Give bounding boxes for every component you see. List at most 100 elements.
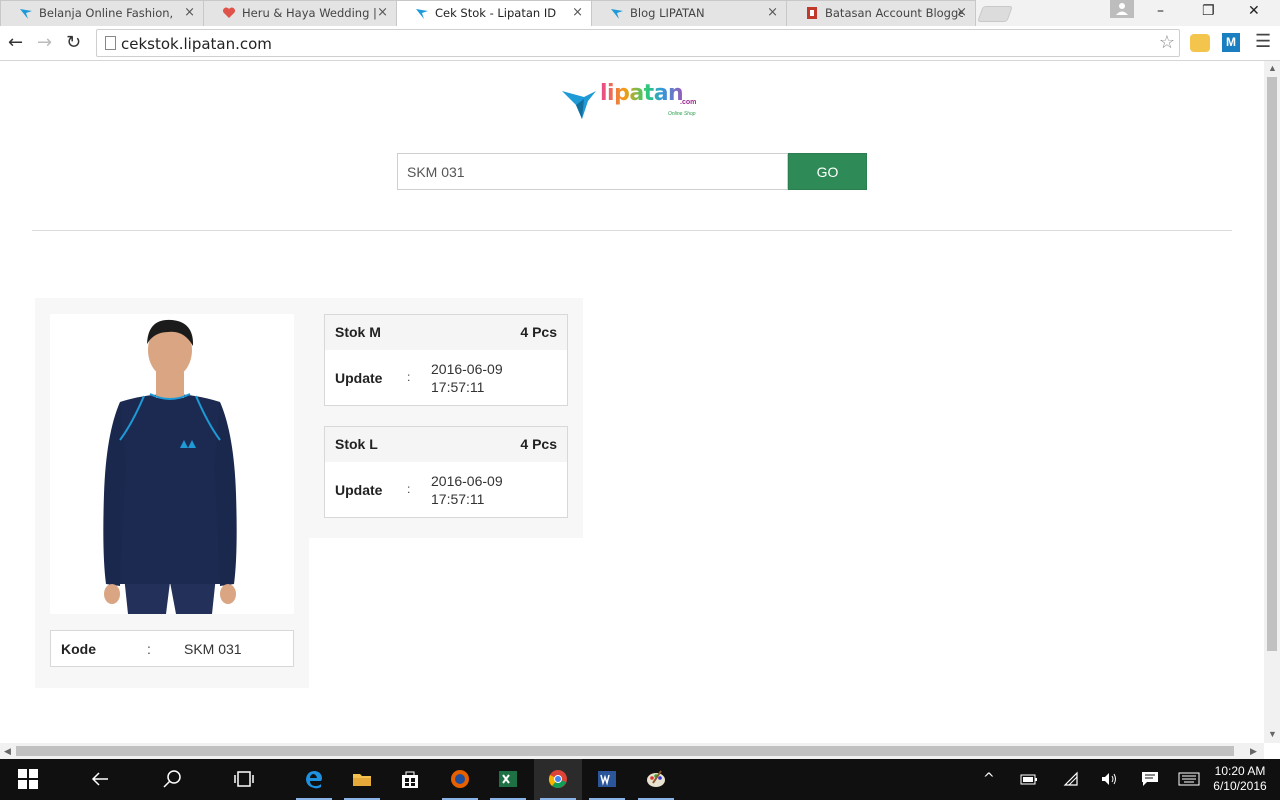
- url-text[interactable]: cekstok.lipatan.com: [121, 35, 272, 53]
- stock-code-input[interactable]: [397, 153, 788, 190]
- word-icon: [598, 771, 616, 787]
- action-center-icon[interactable]: [1141, 771, 1159, 787]
- close-tab-icon[interactable]: ×: [767, 5, 778, 20]
- document-red-icon: [807, 7, 817, 19]
- lipatan-logo[interactable]: lipatan .com Online Shop: [562, 81, 702, 121]
- lipatan-bird-icon: [562, 91, 596, 119]
- taskbar-excel[interactable]: [484, 759, 532, 800]
- paint-palette-icon: [647, 770, 665, 787]
- tab-cek-stok[interactable]: Cek Stok - Lipatan ID ×: [396, 0, 592, 26]
- lipatan-bird-icon: [416, 9, 428, 19]
- close-tab-icon[interactable]: ×: [184, 5, 195, 20]
- clock-date: 6/10/2016: [1213, 779, 1267, 793]
- logo-tagline: Online Shop: [668, 111, 696, 117]
- tab-title: Heru & Haya Wedding | 2-: [242, 6, 380, 20]
- folder-icon: [353, 774, 371, 786]
- battery-icon[interactable]: [1020, 772, 1038, 786]
- task-view-button[interactable]: [220, 759, 268, 800]
- horizontal-scroll-thumb[interactable]: [16, 746, 1234, 756]
- show-hidden-icons-chevron[interactable]: ^: [983, 771, 995, 787]
- scroll-up-arrow-icon[interactable]: ▲: [1268, 63, 1277, 73]
- start-button[interactable]: [4, 759, 52, 800]
- taskbar-chrome[interactable]: [534, 759, 582, 800]
- bookmark-star-icon[interactable]: ☆: [1159, 32, 1175, 53]
- back-arrow-icon[interactable]: ←: [8, 32, 23, 53]
- taskbar-paint[interactable]: [632, 759, 680, 800]
- user-profile-icon[interactable]: [1110, 0, 1134, 18]
- menu-hamburger-icon[interactable]: ☰: [1255, 31, 1271, 52]
- tab-title: Cek Stok - Lipatan ID: [435, 6, 557, 20]
- tab-batasan-account[interactable]: Batasan Account Blogger ×: [786, 0, 976, 26]
- back-button[interactable]: [76, 759, 124, 800]
- tab-blog-lipatan[interactable]: Blog LIPATAN ×: [591, 0, 787, 26]
- taskbar-firefox[interactable]: [436, 759, 484, 800]
- browser-tab-strip: Belanja Online Fashion, Ko × Heru & Haya…: [0, 0, 1280, 26]
- clock-time: 10:20 AM: [1214, 764, 1266, 778]
- reload-icon[interactable]: ↻: [66, 32, 81, 53]
- windows-taskbar: ^ 10:20 AM 6/10/2016: [0, 759, 1280, 800]
- excel-icon: [499, 771, 517, 787]
- store-icon: [402, 771, 418, 788]
- volume-icon[interactable]: [1100, 771, 1118, 787]
- restore-button[interactable]: ❐: [1202, 3, 1215, 19]
- code-separator: :: [147, 641, 151, 657]
- stock-quantity: 4 Pcs: [520, 324, 557, 340]
- taskbar-edge[interactable]: [290, 759, 338, 800]
- edge-icon: [306, 771, 322, 789]
- update-separator: :: [407, 482, 411, 496]
- vertical-scroll-thumb[interactable]: [1267, 77, 1277, 651]
- close-tab-icon[interactable]: ×: [572, 5, 583, 20]
- lipatan-bird-icon: [20, 9, 32, 19]
- forward-arrow-icon[interactable]: →: [37, 32, 52, 53]
- vertical-scrollbar[interactable]: ▲ ▼: [1264, 61, 1280, 743]
- heart-icon: [222, 7, 236, 18]
- stock-card-header: Stok L 4 Pcs: [325, 427, 567, 462]
- taskbar-word[interactable]: [583, 759, 631, 800]
- back-arrow-icon: [91, 772, 108, 786]
- update-date: 2016-06-09: [431, 473, 503, 489]
- taskbar-store[interactable]: [386, 759, 434, 800]
- close-tab-icon[interactable]: ×: [956, 5, 967, 20]
- minimize-button[interactable]: –: [1157, 3, 1164, 19]
- page-viewport: lipatan .com Online Shop GO: [0, 61, 1264, 743]
- stock-card-l: Stok L 4 Pcs Update : 2016-06-09 17:57:1…: [324, 426, 568, 518]
- update-label: Update: [335, 370, 383, 386]
- tab-heru-haya-wedding[interactable]: Heru & Haya Wedding | 2- ×: [203, 0, 397, 26]
- new-tab-button[interactable]: [977, 6, 1013, 22]
- horizontal-scrollbar[interactable]: ◀ ▶: [0, 743, 1264, 759]
- go-button[interactable]: GO: [788, 153, 867, 190]
- close-window-button[interactable]: ✕: [1248, 3, 1260, 19]
- code-value: SKM 031: [184, 641, 242, 657]
- tab-belanja-online[interactable]: Belanja Online Fashion, Ko ×: [0, 0, 204, 26]
- windows-logo-icon: [18, 769, 38, 789]
- lipatan-bird-icon: [611, 9, 623, 19]
- browser-toolbar: ← → ↻ cekstok.lipatan.com ☆ M ☰: [0, 26, 1280, 61]
- keyboard-icon[interactable]: [1178, 772, 1200, 786]
- search-icon: [163, 770, 181, 788]
- taskbar-file-explorer[interactable]: [338, 759, 386, 800]
- address-bar[interactable]: cekstok.lipatan.com ☆: [96, 29, 1180, 57]
- task-view-icon: [234, 771, 254, 787]
- extension-face-icon[interactable]: [1190, 34, 1210, 52]
- stock-card-header: Stok M 4 Pcs: [325, 315, 567, 350]
- update-time: 17:57:11: [431, 379, 485, 395]
- update-time: 17:57:11: [431, 491, 485, 507]
- logo-com: .com: [680, 99, 697, 106]
- search-button[interactable]: [148, 759, 196, 800]
- product-code-box: Kode : SKM 031: [50, 630, 294, 667]
- wifi-icon[interactable]: [1063, 771, 1079, 787]
- page-icon: [105, 36, 116, 50]
- scroll-left-arrow-icon[interactable]: ◀: [4, 746, 11, 757]
- scroll-right-arrow-icon[interactable]: ▶: [1250, 746, 1257, 757]
- update-label: Update: [335, 482, 383, 498]
- scroll-down-arrow-icon[interactable]: ▼: [1268, 729, 1277, 739]
- stock-card-m: Stok M 4 Pcs Update : 2016-06-09 17:57:1…: [324, 314, 568, 406]
- stock-size-label: Stok M: [335, 324, 381, 340]
- system-clock[interactable]: 10:20 AM 6/10/2016: [1208, 764, 1272, 794]
- close-tab-icon[interactable]: ×: [377, 5, 388, 20]
- stock-size-label: Stok L: [335, 436, 378, 452]
- logo-wordmark: lipatan: [600, 81, 684, 106]
- chrome-icon: [548, 770, 567, 788]
- update-separator: :: [407, 370, 411, 384]
- extension-m-icon[interactable]: M: [1222, 33, 1240, 52]
